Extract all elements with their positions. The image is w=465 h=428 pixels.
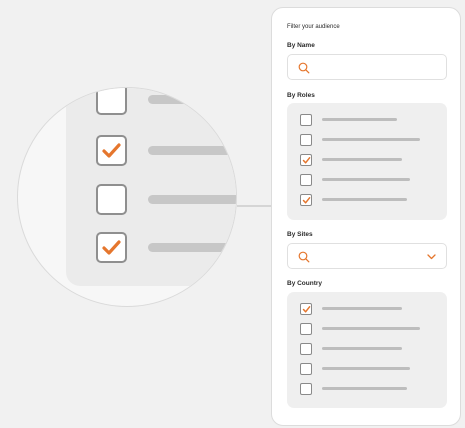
magnified-checkbox-checked xyxy=(96,135,127,166)
magnified-checkbox xyxy=(96,184,127,215)
filter-card: Filter your audience By Name By Roles By… xyxy=(271,7,461,426)
role-checkbox-checked[interactable] xyxy=(300,194,312,206)
magnified-placeholder-bar xyxy=(148,243,236,252)
placeholder-bar xyxy=(322,178,410,181)
search-icon xyxy=(298,251,310,263)
checkmark-icon xyxy=(102,240,121,255)
country-checkbox-checked[interactable] xyxy=(300,303,312,315)
by-roles-label: By Roles xyxy=(287,92,315,99)
placeholder-bar xyxy=(322,367,410,370)
placeholder-bar xyxy=(322,347,402,350)
country-checkbox[interactable] xyxy=(300,363,312,375)
magnifier-connector xyxy=(237,205,271,207)
roles-list xyxy=(287,103,447,220)
role-checkbox[interactable] xyxy=(300,114,312,126)
country-checkbox[interactable] xyxy=(300,383,312,395)
role-checkbox-checked[interactable] xyxy=(300,154,312,166)
by-sites-label: By Sites xyxy=(287,231,313,238)
placeholder-bar xyxy=(322,327,420,330)
placeholder-bar xyxy=(322,138,420,141)
by-country-label: By Country xyxy=(287,280,323,287)
magnified-list-panel xyxy=(66,88,236,286)
by-name-label: By Name xyxy=(287,42,315,49)
country-list xyxy=(287,292,447,408)
placeholder-bar xyxy=(322,387,407,390)
chevron-down-icon[interactable] xyxy=(427,254,436,260)
placeholder-bar xyxy=(322,307,402,310)
country-checkbox[interactable] xyxy=(300,343,312,355)
magnified-placeholder-bar xyxy=(148,146,236,155)
checkmark-icon xyxy=(302,157,311,164)
sites-dropdown[interactable] xyxy=(287,243,447,269)
checkmark-icon xyxy=(102,143,121,158)
magnified-placeholder-bar xyxy=(148,195,236,204)
role-checkbox[interactable] xyxy=(300,174,312,186)
magnifier-lens xyxy=(17,87,237,307)
role-checkbox[interactable] xyxy=(300,134,312,146)
magnified-checkbox xyxy=(96,88,127,115)
placeholder-bar xyxy=(322,118,397,121)
checkmark-icon xyxy=(302,197,311,204)
magnified-placeholder-bar xyxy=(148,95,236,104)
filter-title: Filter your audience xyxy=(287,24,340,30)
checkmark-icon xyxy=(302,306,311,313)
placeholder-bar xyxy=(322,158,402,161)
search-icon xyxy=(298,62,310,74)
country-checkbox[interactable] xyxy=(300,323,312,335)
placeholder-bar xyxy=(322,198,407,201)
magnified-checkbox-checked xyxy=(96,232,127,263)
name-search-input[interactable] xyxy=(287,54,447,80)
